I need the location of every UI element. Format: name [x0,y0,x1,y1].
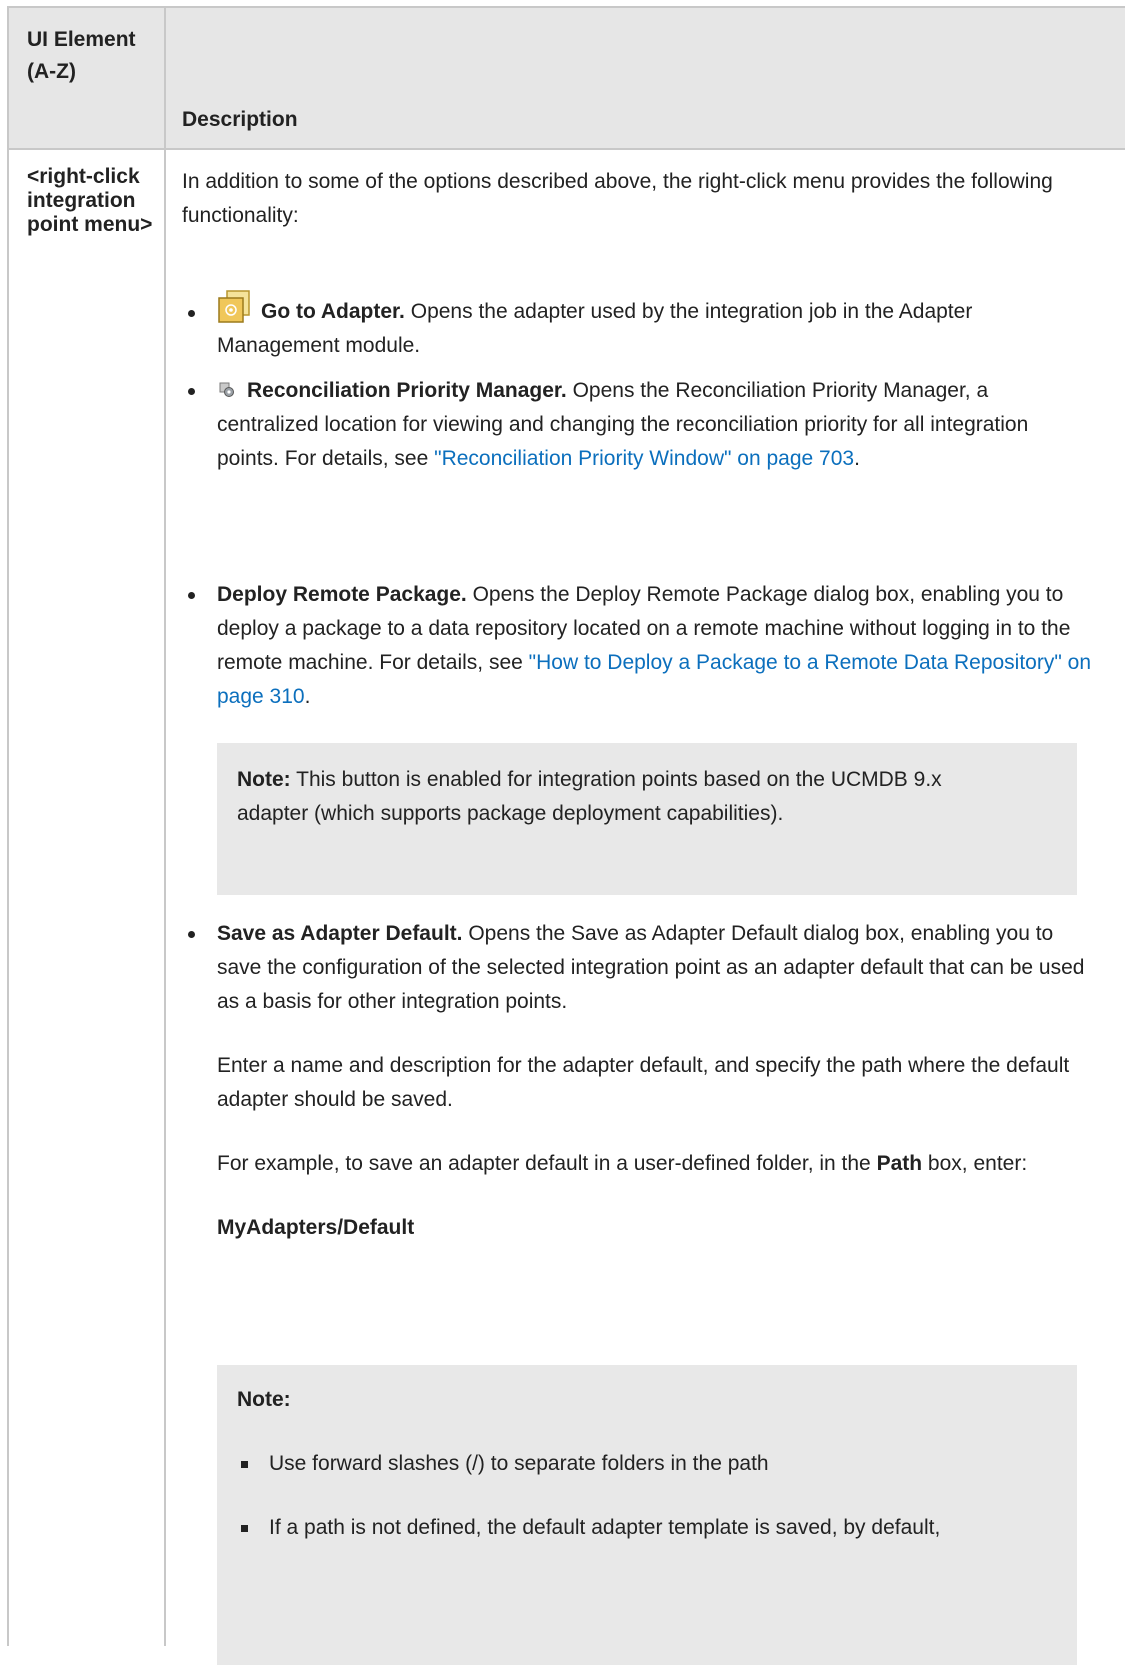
ui-element-name: <right-click integration point menu> [27,165,153,236]
ui-elements-table: UI Element (A-Z) Description <right-clic… [7,6,1125,1665]
note-bullet-2: If a path is not defined, the default ad… [237,1511,1057,1545]
note-label: Note: [237,768,291,791]
note-label: Note: [237,1388,291,1411]
reconciliation-priority-window-link[interactable]: "Reconciliation Priority Window" on page… [434,447,854,470]
path-example-intro: For example, to save an adapter default … [217,1152,1028,1175]
list-item-deploy-remote-package: Deploy Remote Package. Opens the Deploy … [182,578,1092,895]
note-box: Note: Use forward slashes (/) to separat… [217,1365,1077,1665]
item-title: Save as Adapter Default. [217,922,463,945]
item-title: Deploy Remote Package. [217,583,467,606]
intro-text: In addition to some of the options descr… [182,170,1053,227]
bullet [188,388,195,395]
path-example: MyAdapters/Default [217,1216,415,1239]
list-item-save-as-adapter-default: Save as Adapter Default. Opens the Save … [182,917,1092,1665]
reconciliation-priority-icon [217,375,235,397]
go-to-adapter-icon [217,290,251,324]
list-item-go-to-adapter: Go to Adapter. Opens the adapter used by… [182,290,1092,363]
header-description: Description [182,108,298,131]
table-header-row: UI Element (A-Z) Description [9,8,1125,150]
item-title: Go to Adapter. [261,300,405,323]
note-text: This button is enabled for integration p… [237,768,942,825]
bullet [188,592,195,599]
note-box: Note: This button is enabled for integra… [217,743,1077,895]
save-instructions: Enter a name and description for the ada… [217,1054,1070,1111]
item-title: Reconciliation Priority Manager. [247,379,567,402]
note-bullet-1: Use forward slashes (/) to separate fold… [237,1447,1057,1481]
column-divider [164,8,166,1646]
bullet [188,310,195,317]
bullet [188,931,195,938]
header-ui-element: UI Element (A-Z) [27,28,136,83]
list-item-reconciliation-priority: Reconciliation Priority Manager. Opens t… [182,374,1092,476]
